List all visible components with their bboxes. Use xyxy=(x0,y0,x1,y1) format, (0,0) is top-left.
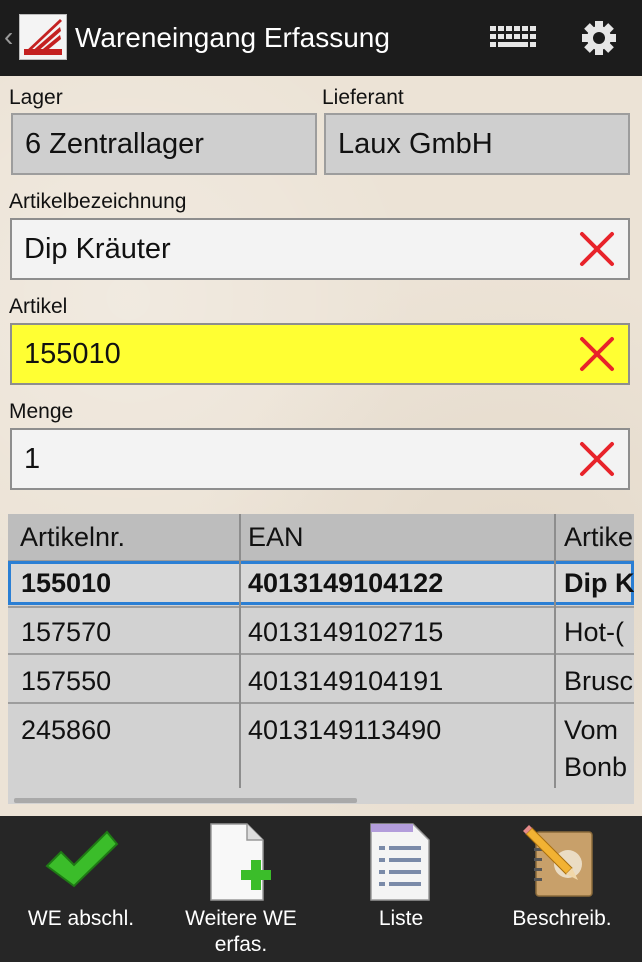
artikelbezeichnung-field[interactable]: Dip Kräuter xyxy=(10,218,630,280)
menge-value: 1 xyxy=(24,443,41,475)
gear-icon[interactable] xyxy=(574,14,624,62)
table-cell-bezeichnung-line2: Bonb xyxy=(564,752,628,782)
beschreibung-button[interactable]: Beschreib. xyxy=(482,816,642,962)
new-document-icon xyxy=(210,823,271,901)
checkmark-icon xyxy=(45,830,119,888)
horizontal-scrollbar[interactable] xyxy=(14,798,357,803)
list-document-icon xyxy=(370,823,430,901)
up-caret-icon[interactable]: ‹ xyxy=(4,22,13,52)
table-cell-artikelnr: 157570 xyxy=(21,617,112,647)
column-header-ean[interactable]: EAN xyxy=(248,520,304,554)
form-area: Lager Lieferant 6 Zentrallager Laux GmbH… xyxy=(0,76,642,816)
table-cell-artikelnr: 157550 xyxy=(21,666,112,696)
table-cell-artikelnr: 155010 xyxy=(21,568,112,598)
menge-field[interactable]: 1 xyxy=(10,428,630,490)
table-cell-bezeichnung: Hot-( xyxy=(564,617,624,647)
action-bar: ‹ Wareneingang Erfassung xyxy=(0,0,642,76)
row-divider xyxy=(8,702,634,704)
lager-field: 6 Zentrallager xyxy=(11,113,317,175)
artikel-label: Artikel xyxy=(9,295,68,318)
page-title: Wareneingang Erfassung xyxy=(75,22,390,53)
bottom-toolbar: WE abschl. Weitere WE erfas. Liste Besch… xyxy=(0,816,642,962)
liste-label: Liste xyxy=(378,907,424,930)
artikelbezeichnung-value: Dip Kräuter xyxy=(24,233,171,265)
we-abschliessen-label: WE abschl. xyxy=(27,907,135,930)
table-cell-ean: 4013149104191 xyxy=(248,666,444,696)
table-cell-bezeichnung: Dip K xyxy=(564,568,634,598)
we-abschliessen-button[interactable]: WE abschl. xyxy=(0,816,162,962)
row-divider xyxy=(8,653,634,655)
clear-menge-icon[interactable] xyxy=(578,440,616,478)
table-cell-bezeichnung: Vom xyxy=(564,715,619,745)
keyboard-icon[interactable] xyxy=(484,16,544,60)
app-logo[interactable] xyxy=(19,14,67,60)
artikelbezeichnung-label: Artikelbezeichnung xyxy=(9,190,187,213)
table-header: Artikelnr. EAN Artike xyxy=(8,514,634,562)
weitere-we-erfassen-label: Weitere WE erfas. xyxy=(185,907,297,956)
artikel-field[interactable]: 155010 xyxy=(10,323,630,385)
table-cell-ean: 4013149102715 xyxy=(248,617,444,647)
column-header-artikelnr[interactable]: Artikelnr. xyxy=(20,520,125,554)
table-cell-bezeichnung: Brusc xyxy=(564,666,634,696)
artikel-value: 155010 xyxy=(24,338,121,370)
table-cell-ean: 4013149113490 xyxy=(248,715,442,745)
liste-button[interactable]: Liste xyxy=(320,816,482,962)
table-cell-artikelnr: 245860 xyxy=(21,715,112,745)
table-cell-ean: 4013149104122 xyxy=(248,568,444,598)
column-header-artikel[interactable]: Artike xyxy=(564,520,633,554)
lieferant-field: Laux GmbH xyxy=(324,113,630,175)
menge-label: Menge xyxy=(9,400,74,423)
notepad-pencil-icon xyxy=(523,825,593,897)
clear-artikel-icon[interactable] xyxy=(578,335,616,373)
row-divider xyxy=(8,606,634,608)
lieferant-label: Lieferant xyxy=(322,86,404,109)
column-divider xyxy=(554,514,556,788)
beschreibung-label: Beschreib. xyxy=(512,907,612,930)
weitere-we-erfassen-button[interactable]: Weitere WE erfas. xyxy=(162,816,320,962)
column-divider xyxy=(239,514,241,788)
article-table[interactable]: Artikelnr. EAN Artike 155010 40131491041… xyxy=(8,514,634,804)
clear-artikelbezeichnung-icon[interactable] xyxy=(578,230,616,268)
lager-label: Lager xyxy=(9,86,63,109)
